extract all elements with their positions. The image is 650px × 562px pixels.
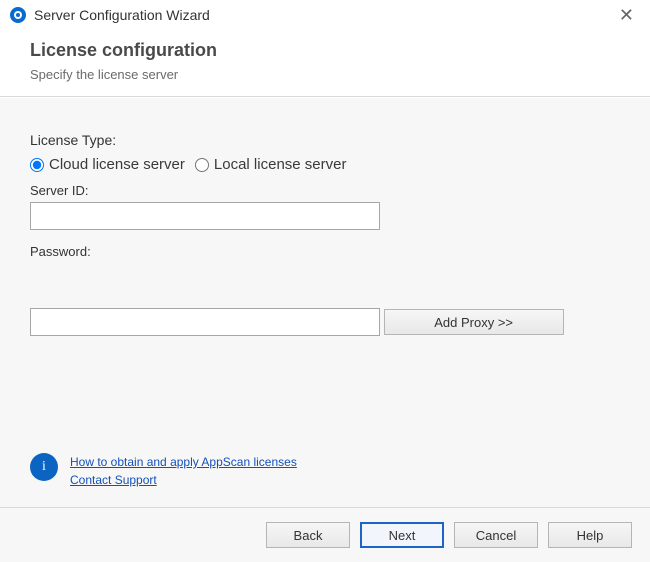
next-button[interactable]: Next — [360, 522, 444, 548]
info-links: How to obtain and apply AppScan licenses… — [70, 453, 297, 489]
license-type-radios: Cloud license server Local license serve… — [30, 156, 620, 173]
server-id-input[interactable] — [30, 202, 380, 230]
radio-local-input[interactable] — [195, 158, 209, 172]
content-area: License Type: Cloud license server Local… — [0, 97, 650, 507]
back-button[interactable]: Back — [266, 522, 350, 548]
radio-cloud-input[interactable] — [30, 158, 44, 172]
window-title: Server Configuration Wizard — [34, 7, 613, 23]
license-type-label: License Type: — [30, 132, 620, 148]
server-id-label: Server ID: — [30, 183, 620, 198]
cancel-button[interactable]: Cancel — [454, 522, 538, 548]
info-row: i How to obtain and apply AppScan licens… — [30, 453, 297, 489]
page-subtitle: Specify the license server — [30, 67, 624, 82]
footer-buttons: Back Next Cancel Help — [0, 507, 650, 562]
app-icon — [10, 7, 26, 23]
wizard-header: License configuration Specify the licens… — [0, 30, 650, 97]
contact-support-link[interactable]: Contact Support — [70, 471, 297, 489]
licenses-link[interactable]: How to obtain and apply AppScan licenses — [70, 453, 297, 471]
radio-cloud-label: Cloud license server — [49, 156, 185, 173]
help-button[interactable]: Help — [548, 522, 632, 548]
titlebar: Server Configuration Wizard ✕ — [0, 0, 650, 30]
password-label: Password: — [30, 244, 620, 259]
radio-local[interactable]: Local license server — [195, 156, 347, 173]
close-icon[interactable]: ✕ — [613, 6, 640, 24]
page-title: License configuration — [30, 40, 624, 61]
radio-cloud[interactable]: Cloud license server — [30, 156, 185, 173]
add-proxy-button[interactable]: Add Proxy >> — [384, 309, 564, 335]
info-icon: i — [30, 453, 58, 481]
password-input[interactable] — [30, 308, 380, 336]
radio-local-label: Local license server — [214, 156, 347, 173]
